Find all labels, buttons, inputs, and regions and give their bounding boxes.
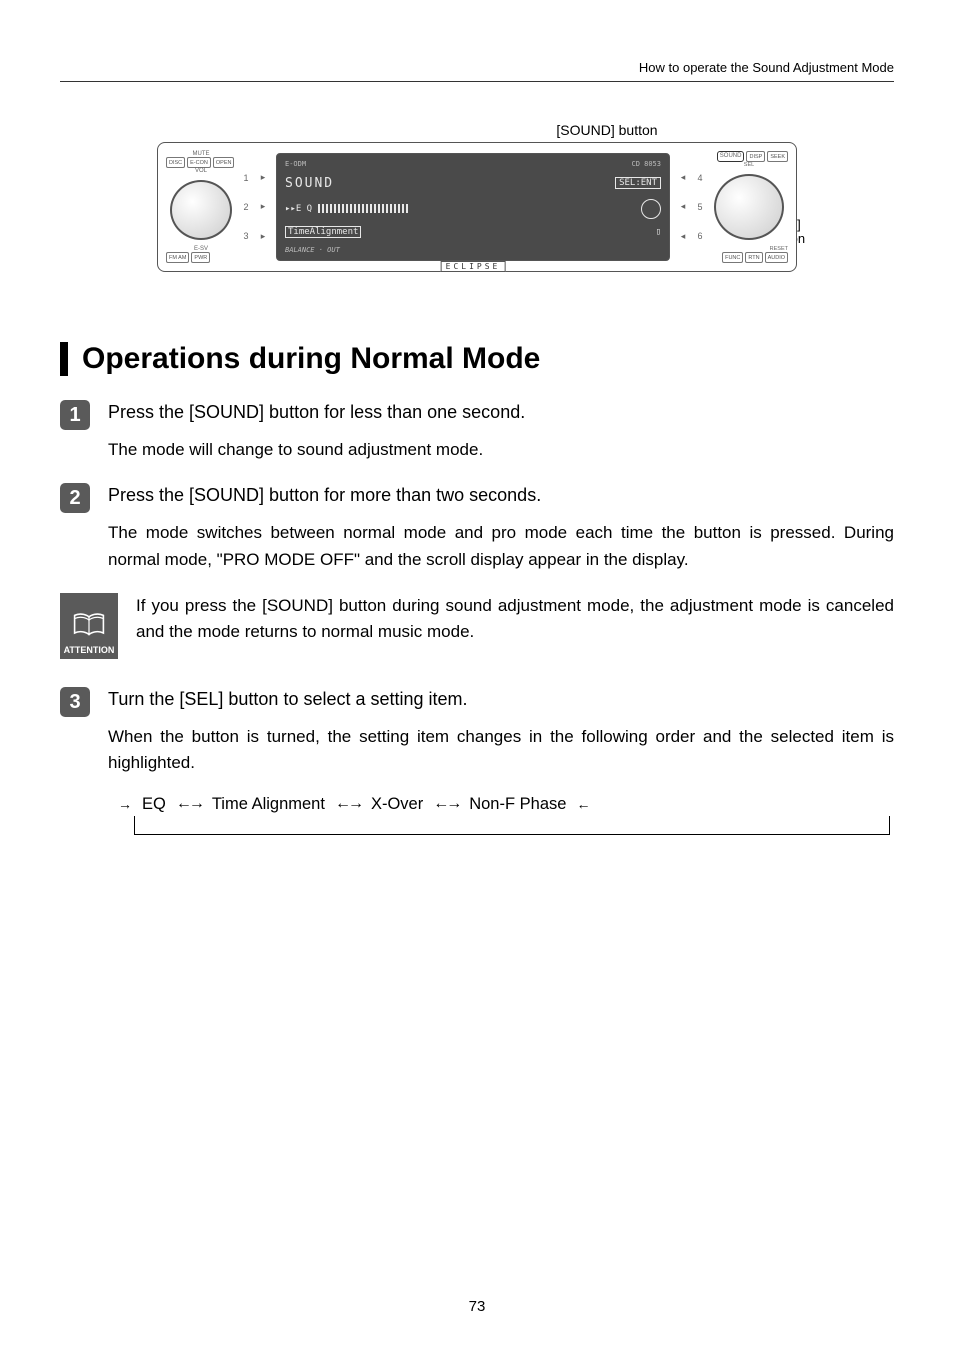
attention-badge: ATTENTION	[60, 593, 118, 659]
device-diagram: [SOUND] button [SEL] button MUTE DISC E-…	[157, 122, 797, 272]
preset-6: 6	[690, 231, 710, 241]
attention-text: If you press the [SOUND] button during s…	[136, 593, 894, 659]
step-heading: Press the [SOUND] button for less than o…	[108, 402, 894, 423]
preset-numbers-right: 4 5 6	[690, 151, 710, 263]
triangle-right-icon: ▸	[256, 231, 270, 242]
volume-knob	[170, 180, 232, 240]
step-number-badge: 2	[60, 483, 90, 513]
double-arrow-icon: ←→	[176, 795, 202, 813]
bottom-right-row: FUNC RTN AUDIO	[710, 252, 788, 263]
speaker-icon: ▯	[656, 227, 661, 237]
header-bar: How to operate the Sound Adjustment Mode	[60, 60, 894, 82]
step-text: When the button is turned, the setting i…	[108, 724, 894, 777]
fmam-button: FM AM	[166, 252, 189, 263]
double-arrow-icon: ←→	[433, 795, 459, 813]
breadcrumb: How to operate the Sound Adjustment Mode	[639, 60, 894, 75]
preset-5: 5	[690, 202, 710, 212]
title-accent-bar	[60, 342, 68, 376]
seek-button: SEEK	[767, 151, 788, 162]
audio-button: AUDIO	[765, 252, 788, 263]
econ-button: E-CON	[187, 157, 211, 168]
step-text: The mode will change to sound adjustment…	[108, 437, 894, 463]
page-number: 73	[0, 1298, 954, 1315]
arrow-col-right: ◂ ◂ ◂	[676, 151, 690, 263]
open-button: OPEN	[213, 157, 235, 168]
attention-block: ATTENTION If you press the [SOUND] butto…	[60, 593, 894, 659]
sel-ent-badge: SEL:ENT	[615, 177, 661, 189]
cycle-item-nonf-phase: Non-F Phase	[469, 795, 566, 814]
right-button-cluster: SOUND DISP SEEK SEL RESET FUNC RTN AUDIO	[710, 151, 788, 263]
page: How to operate the Sound Adjustment Mode…	[0, 0, 954, 1355]
callout-sound-button: [SOUND] button	[417, 122, 797, 138]
top-button-row: DISC E-CON OPEN	[166, 157, 236, 168]
brand-badge: ECLIPSE	[441, 261, 506, 272]
cycle-return-line	[134, 816, 890, 835]
preset-4: 4	[690, 173, 710, 183]
arrow-right-icon: →	[118, 797, 132, 811]
model-label: E-ODM	[285, 160, 306, 168]
bottom-button-row: FM AM PWR	[166, 252, 236, 263]
sel-knob	[714, 174, 784, 240]
arrow-left-icon: ←	[576, 797, 590, 811]
vol-label: VOL	[166, 168, 236, 174]
preset-numbers-left: 1 2 3	[236, 151, 256, 263]
book-icon	[73, 611, 105, 639]
triangle-right-icon: ▸	[256, 201, 270, 212]
sel-label: SEL	[710, 162, 788, 168]
preset-1: 1	[236, 173, 256, 183]
eq-label: ▸▸E Q	[285, 204, 312, 214]
triangle-right-icon: ▸	[256, 172, 270, 183]
step-number-badge: 1	[60, 400, 90, 430]
double-arrow-icon: ←→	[335, 795, 361, 813]
cycle-items: → EQ ←→ Time Alignment ←→ X-Over ←→ Non-…	[118, 795, 894, 814]
disc-button: DISC	[166, 157, 185, 168]
step-2: 2 Press the [SOUND] button for more than…	[60, 483, 894, 573]
step-3: 3 Turn the [SEL] button to select a sett…	[60, 687, 894, 835]
triangle-left-icon: ◂	[676, 172, 690, 183]
triangle-left-icon: ◂	[676, 201, 690, 212]
sound-button: SOUND	[717, 151, 745, 162]
section-title: Operations during Normal Mode	[82, 342, 540, 376]
car-stereo-faceplate: MUTE DISC E-CON OPEN VOL E-SV FM AM PWR …	[157, 142, 797, 272]
wheel-icon	[641, 199, 661, 219]
rtn-button: RTN	[745, 252, 762, 263]
disp-button: DISP	[746, 151, 765, 162]
top-right-row: SOUND DISP SEEK	[710, 151, 788, 162]
left-button-cluster: MUTE DISC E-CON OPEN VOL E-SV FM AM PWR	[166, 151, 236, 263]
screen-title: SOUND	[285, 176, 334, 191]
triangle-left-icon: ◂	[676, 231, 690, 242]
step-text: The mode switches between normal mode an…	[108, 520, 894, 573]
step-number-badge: 3	[60, 687, 90, 717]
cycle-item-eq: EQ	[142, 795, 166, 814]
balance-label: BALANCE · OUT	[285, 246, 340, 254]
model-label: CD 8053	[631, 160, 661, 168]
section-title-row: Operations during Normal Mode	[60, 342, 894, 376]
cycle-item-xover: X-Over	[371, 795, 423, 814]
step-body: Press the [SOUND] button for more than t…	[108, 483, 894, 573]
cycle-diagram: → EQ ←→ Time Alignment ←→ X-Over ←→ Non-…	[108, 795, 894, 835]
step-body: Turn the [SEL] button to select a settin…	[108, 687, 894, 835]
eq-bars-icon	[318, 204, 408, 213]
screen-eq-row: ▸▸E Q	[285, 204, 408, 214]
step-heading: Press the [SOUND] button for more than t…	[108, 485, 894, 506]
step-1: 1 Press the [SOUND] button for less than…	[60, 400, 894, 463]
lcd-screen: E-ODM CD 8053 SOUND SEL:ENT ▸▸E Q TimeAl…	[276, 153, 670, 261]
pwr-button: PWR	[191, 252, 210, 263]
cycle-item-time-alignment: Time Alignment	[212, 795, 325, 814]
attention-label: ATTENTION	[64, 645, 115, 655]
step-body: Press the [SOUND] button for less than o…	[108, 400, 894, 463]
preset-2: 2	[236, 202, 256, 212]
arrow-col-left: ▸ ▸ ▸	[256, 151, 270, 263]
step-heading: Turn the [SEL] button to select a settin…	[108, 689, 894, 710]
time-alignment-label: TimeAlignment	[285, 226, 361, 238]
func-button: FUNC	[722, 252, 743, 263]
preset-3: 3	[236, 231, 256, 241]
